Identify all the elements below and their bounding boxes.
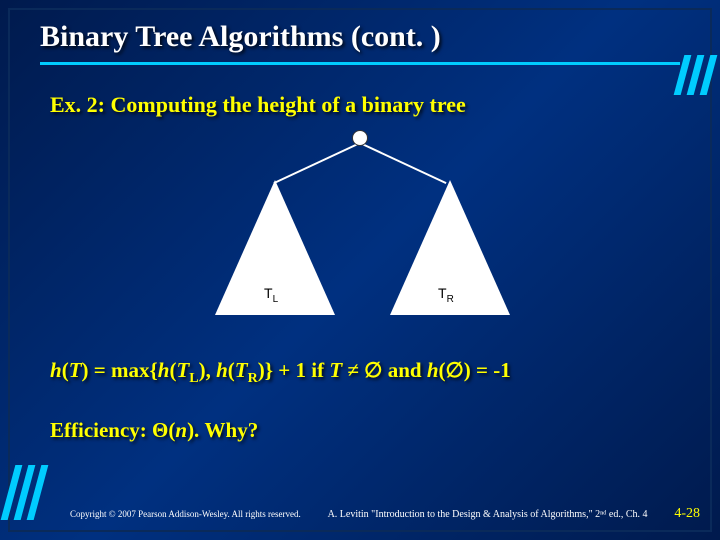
right-subtree-label: TR — [438, 285, 454, 305]
copyright-text: Copyright © 2007 Pearson Addison-Wesley.… — [70, 509, 301, 519]
tree-edge-right — [360, 142, 447, 184]
tree-root-node — [352, 130, 368, 146]
tree-diagram: TL TR — [170, 130, 550, 320]
title-bar: Binary Tree Algorithms (cont. ) — [40, 20, 680, 65]
slide-title: Binary Tree Algorithms (cont. ) — [40, 20, 680, 54]
citation-text: A. Levitin "Introduction to the Design &… — [301, 509, 675, 520]
corner-decoration — [679, 55, 712, 95]
tree-edge-left — [273, 142, 360, 184]
slide-subtitle: Ex. 2: Computing the height of a binary … — [50, 92, 466, 118]
bottom-decoration — [8, 465, 41, 520]
slide-footer: Copyright © 2007 Pearson Addison-Wesley.… — [70, 506, 700, 522]
height-formula: h(T) = max{h(TL), h(TR)} + 1 if T ≠ ∅ an… — [50, 358, 511, 387]
page-number: 4-28 — [674, 506, 700, 522]
left-subtree-label: TL — [264, 285, 278, 305]
efficiency-line: Efficiency: Θ(n). Why? — [50, 418, 258, 443]
